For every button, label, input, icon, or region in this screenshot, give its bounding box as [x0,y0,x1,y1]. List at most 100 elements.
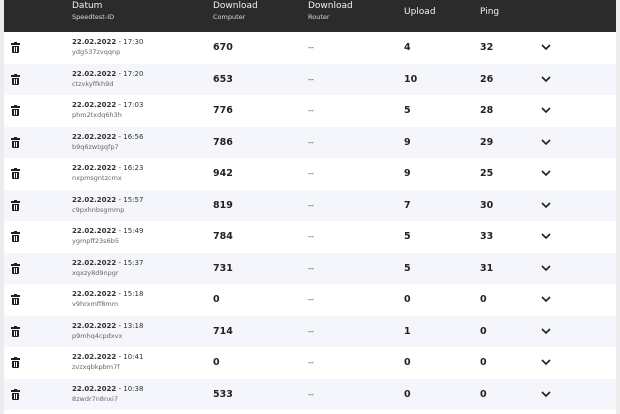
trash-icon[interactable] [11,231,20,242]
right-border [616,0,620,414]
test-date: 22.02.2022 [72,69,117,78]
speedtest-id: ctzvkyffkh9d [72,79,114,88]
test-date: 22.02.2022 [72,353,117,361]
test-date: 22.02.2022 [72,321,117,330]
trash-icon[interactable] [11,199,20,211]
download-router-value: -- [308,232,314,241]
chevron-down-icon[interactable] [541,75,551,83]
speedtest-id: zvzxqbkpbm7f [72,363,120,371]
ping-value: 0 [480,357,487,368]
upload-value: 5 [404,105,411,116]
chevron-down-icon[interactable] [541,358,551,366]
ping-value: 31 [480,262,494,274]
upload-value: 0 [404,357,411,368]
test-time: - 16:56 [116,132,144,141]
chevron-down-icon[interactable] [541,232,551,240]
test-date: 22.02.2022 [72,290,117,298]
test-time: - 15:37 [116,258,144,267]
chevron-down-icon[interactable] [541,169,551,177]
trash-icon[interactable] [11,357,20,368]
chevron-down-icon[interactable] [541,138,551,146]
download-computer-value: 714 [213,325,233,337]
trash-icon[interactable] [11,325,20,337]
table-row: 22.02.2022 - 16:23 nxpmsgntzcmx 942 -- 9 25 [4,158,616,190]
speedtest-id: ydg537zvqqnp [72,48,121,56]
trash-icon[interactable] [11,388,20,400]
trash-icon[interactable] [11,168,20,179]
download-computer-value: 533 [213,388,233,400]
test-datetime: 22.02.2022 - 10:41 [72,354,143,361]
test-datetime: 22.02.2022 - 17:30 [72,39,143,46]
test-datetime: 22.02.2022 - 17:20 [72,69,143,78]
ping-column-header[interactable]: Ping [480,8,499,17]
download-computer-value: 0 [213,357,220,368]
ping-value: 26 [480,73,494,85]
table-row: 22.02.2022 - 17:30 ydg537zvqqnp 670 -- 4 32 [4,32,616,64]
chevron-down-icon[interactable] [541,390,551,398]
download-router-value: -- [308,295,314,304]
download-router-value: -- [308,389,314,399]
table-header: Datum Speedtest-ID Download Computer Dow… [4,0,616,32]
chevron-down-icon[interactable] [541,43,551,51]
table-row: 22.02.2022 - 15:18 v9hrxmff8mm 0 -- 0 0 [4,284,616,316]
download-router-value: -- [308,358,314,367]
download-computer-value: 784 [213,231,233,242]
computer-header-label: Computer [213,13,246,21]
ping-value: 30 [480,199,494,211]
test-time: - 16:23 [116,164,144,172]
table-row: 22.02.2022 - 17:03 phm2txdq6h3h 776 -- 5 28 [4,95,616,127]
download-router-value: -- [308,43,314,52]
test-time: - 10:41 [116,353,144,361]
download-router-value: -- [308,326,314,336]
test-datetime: 22.02.2022 - 16:56 [72,132,144,141]
upload-value: 0 [404,388,411,400]
date-header-label: Datum [72,1,103,11]
upload-value: 0 [404,294,411,305]
table-row: 22.02.2022 - 15:37 xqxzy8d9npgr 731 -- 5 31 [4,252,616,284]
table-row: 22.02.2022 - 10:38 8zwdr7n8nxi7 533 -- 0 0 [4,378,616,410]
test-date: 22.02.2022 [72,132,117,141]
upload-column-header[interactable]: Upload [404,8,436,17]
download-computer-value: 731 [213,262,233,274]
upload-value: 4 [404,42,411,53]
test-time: - 15:18 [116,290,144,298]
test-date: 22.02.2022 [72,227,117,235]
download-router-value: -- [308,263,314,273]
download-computer-column-header[interactable]: Download Computer [213,2,258,21]
chevron-down-icon[interactable] [541,295,551,303]
date-column-header[interactable]: Datum Speedtest-ID [72,2,114,21]
download-router-column-header[interactable]: Download Router [308,2,353,21]
table-row: 22.02.2022 - 16:56 b9q6zwtgqfp7 786 -- 9 29 [4,126,616,158]
trash-icon[interactable] [11,294,20,305]
ping-value: 0 [480,388,487,400]
trash-icon[interactable] [11,136,20,148]
download-computer-value: 786 [213,136,233,148]
ping-value: 28 [480,105,494,116]
trash-icon[interactable] [11,105,20,116]
test-time: - 15:57 [116,195,144,204]
test-time: - 17:03 [116,101,144,109]
download-router-value: -- [308,137,314,147]
trash-icon[interactable] [11,262,20,274]
test-time: - 10:38 [116,384,144,393]
chevron-down-icon[interactable] [541,201,551,209]
test-date: 22.02.2022 [72,258,117,267]
table-row: 22.02.2022 - 15:49 ygmpff23s6b5 784 -- 5 33 [4,221,616,253]
speedtest-id: b9q6zwtgqfp7 [72,142,119,151]
test-datetime: 22.02.2022 - 16:23 [72,165,143,172]
download-header-label: Download [213,1,258,11]
test-datetime: 22.02.2022 - 15:49 [72,228,143,235]
speedtest-id-header-label: Speedtest-ID [72,13,115,21]
chevron-down-icon[interactable] [541,106,551,114]
chevron-down-icon[interactable] [541,264,551,272]
test-date: 22.02.2022 [72,38,117,46]
trash-icon[interactable] [11,42,20,53]
table-row: 22.02.2022 - 17:20 ctzvkyffkh9d 653 -- 10 26 [4,63,616,95]
trash-icon[interactable] [11,73,20,85]
chevron-down-icon[interactable] [541,327,551,335]
download-computer-value: 776 [213,105,233,116]
test-datetime: 22.02.2022 - 15:57 [72,195,144,204]
ping-value: 0 [480,294,487,305]
table-row: 22.02.2022 - 10:41 zvzxqbkpbm7f 0 -- 0 0 [4,347,616,379]
ping-value: 0 [480,325,487,337]
